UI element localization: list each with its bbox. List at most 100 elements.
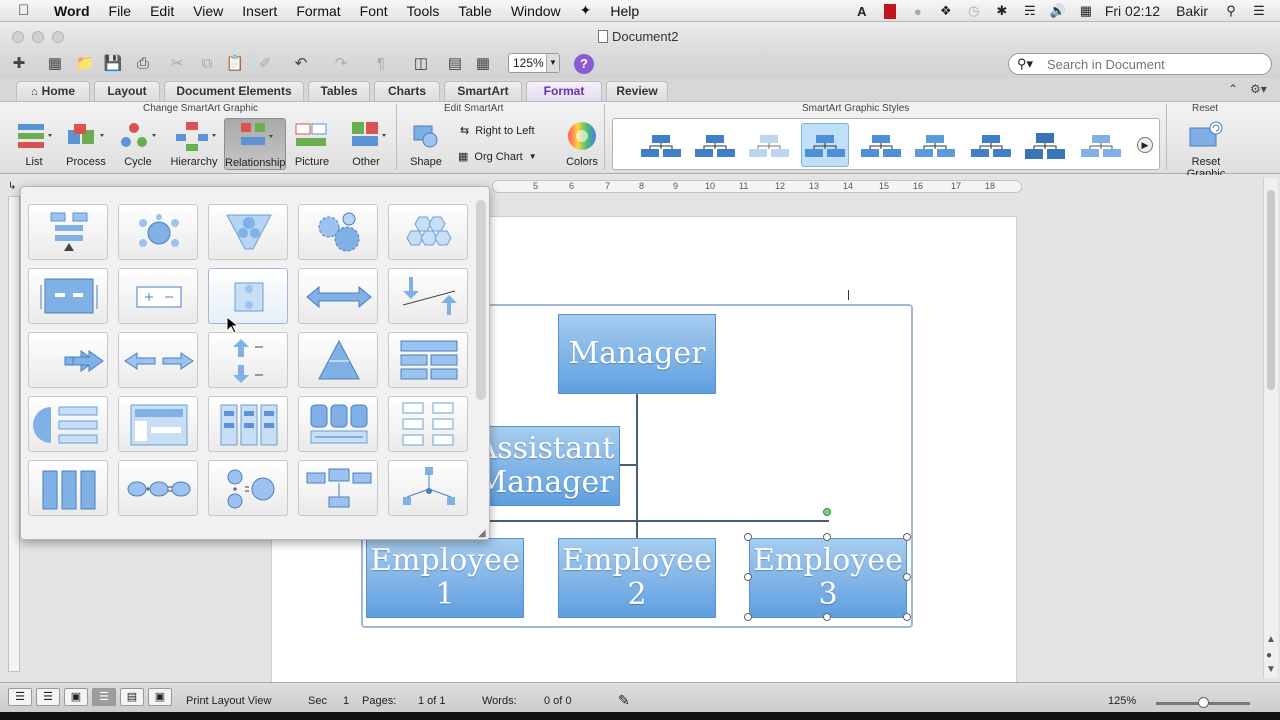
open-folder-icon[interactable]: 📁: [74, 53, 96, 73]
format-painter-icon[interactable]: ✐: [254, 53, 276, 73]
menu-help[interactable]: Help: [610, 3, 639, 19]
org-chart-button[interactable]: ▦ Org Chart ▼: [458, 150, 537, 164]
notebook-view-icon[interactable]: ▤: [120, 688, 144, 706]
apple-icon[interactable]: : [18, 2, 38, 19]
vertical-scrollbar[interactable]: [1263, 178, 1278, 678]
tab-format[interactable]: Format: [526, 81, 602, 101]
layout-arc-list[interactable]: [28, 396, 108, 452]
reset-graphic-button[interactable]: Reset Graphic: [1172, 118, 1240, 180]
style-thumbnail[interactable]: [637, 123, 685, 167]
layout-nested-boxes[interactable]: [388, 396, 468, 452]
layout-converging-arrows[interactable]: [28, 332, 108, 388]
resize-handle[interactable]: [903, 573, 911, 581]
resize-handle[interactable]: [744, 573, 752, 581]
menu-tools[interactable]: Tools: [407, 3, 440, 19]
layout-radial-tree[interactable]: [388, 460, 468, 516]
print-icon[interactable]: ⎙: [132, 53, 154, 73]
layout-radial-cluster[interactable]: [118, 204, 198, 260]
menu-format[interactable]: Format: [296, 3, 340, 19]
tab-review[interactable]: Review: [606, 81, 668, 101]
employee-1-box[interactable]: Employee 1: [366, 538, 524, 618]
draft-view-icon[interactable]: ☰: [8, 688, 32, 706]
rotate-handle[interactable]: [823, 508, 831, 516]
resize-handle[interactable]: [744, 613, 752, 621]
layout-diverging-arrows[interactable]: [388, 268, 468, 324]
style-thumbnail[interactable]: [745, 123, 793, 167]
style-thumbnail[interactable]: [1021, 123, 1069, 167]
search-box[interactable]: ⚲▾: [1008, 53, 1272, 75]
layout-pyramid[interactable]: [298, 332, 378, 388]
notification-icon[interactable]: ●: [909, 3, 927, 19]
tab-smartart[interactable]: SmartArt: [444, 81, 522, 101]
style-thumbnail[interactable]: [857, 123, 905, 167]
wifi-icon[interactable]: ☴: [1021, 3, 1039, 19]
red-app-icon[interactable]: [881, 3, 899, 19]
cycle-button[interactable]: Cycle: [108, 118, 168, 170]
colors-button[interactable]: Colors: [552, 118, 612, 170]
horizontal-ruler[interactable]: 5 6 7 8 9 10 11 12 13 14 15 16 17 18: [492, 180, 1022, 193]
layout-plus-minus[interactable]: [118, 268, 198, 324]
layout-hexagon-cluster[interactable]: [388, 204, 468, 260]
shape-button[interactable]: Shape: [396, 118, 456, 170]
notification-center-icon[interactable]: ☰: [1250, 3, 1268, 19]
next-page-icon[interactable]: ▼: [1266, 664, 1276, 675]
tab-tables[interactable]: Tables: [308, 81, 370, 101]
layout-column-list[interactable]: [208, 396, 288, 452]
style-thumbnail[interactable]: [1077, 123, 1125, 167]
menu-clock[interactable]: Fri 02:12: [1105, 3, 1160, 19]
collapse-ribbon-icon[interactable]: ⌃: [1228, 82, 1238, 96]
menu-window[interactable]: Window: [511, 3, 561, 19]
outline-view-icon[interactable]: ☰: [36, 688, 60, 706]
search-input[interactable]: [1047, 57, 1265, 72]
media-browser-icon[interactable]: ▦: [472, 53, 494, 73]
paste-icon[interactable]: 📋: [224, 53, 246, 73]
tab-document-elements[interactable]: Document Elements: [164, 81, 304, 101]
undo-icon[interactable]: ↶: [290, 53, 312, 73]
tab-layout[interactable]: Layout: [94, 81, 160, 101]
sidebar-icon[interactable]: ▤: [444, 53, 466, 73]
picture-button[interactable]: Picture: [282, 118, 342, 170]
resize-handle[interactable]: [823, 613, 831, 621]
layout-double-arrow[interactable]: [298, 268, 378, 324]
gallery-icon[interactable]: ▦: [44, 53, 66, 73]
publishing-view-icon[interactable]: ▣: [64, 688, 88, 706]
zoom-slider-knob[interactable]: [1198, 697, 1209, 708]
time-machine-icon[interactable]: ◷: [965, 3, 983, 19]
menu-app-name[interactable]: Word: [54, 3, 90, 19]
vertical-ruler[interactable]: [8, 196, 20, 672]
layout-up-down-arrows[interactable]: [208, 332, 288, 388]
minimize-window-button[interactable]: [32, 31, 44, 43]
redo-icon[interactable]: ↷: [330, 53, 352, 73]
gallery-next-icon[interactable]: ▶: [1137, 137, 1153, 153]
resize-grip-icon[interactable]: ◢: [478, 528, 486, 539]
bluetooth-icon[interactable]: ✱: [993, 3, 1011, 19]
menu-user[interactable]: Bakir: [1176, 3, 1208, 19]
creative-cloud-icon[interactable]: ❖: [937, 3, 955, 19]
menu-table[interactable]: Table: [458, 3, 491, 19]
previous-page-icon[interactable]: ▲: [1266, 634, 1276, 645]
process-button[interactable]: Process: [56, 118, 116, 170]
layout-stacked-list[interactable]: [388, 332, 468, 388]
save-icon[interactable]: 💾: [102, 53, 124, 73]
help-icon[interactable]: ?: [574, 54, 594, 74]
layout-equation[interactable]: [118, 460, 198, 516]
resize-handle[interactable]: [823, 533, 831, 541]
layout-vertical-bars[interactable]: [28, 460, 108, 516]
layout-opposing-arrows[interactable]: [118, 332, 198, 388]
new-document-icon[interactable]: ✚: [8, 53, 30, 73]
resize-handle[interactable]: [903, 613, 911, 621]
focus-view-icon[interactable]: ▣: [148, 688, 172, 706]
browse-object-icon[interactable]: ●: [1266, 650, 1272, 661]
calendar-icon[interactable]: ▦: [1077, 3, 1095, 19]
layout-converging-boxes[interactable]: [298, 460, 378, 516]
print-layout-view-icon[interactable]: ☰: [92, 688, 116, 706]
tab-home[interactable]: ⌂ Home: [16, 81, 90, 101]
manager-box[interactable]: Manager: [558, 314, 716, 394]
script-icon[interactable]: ✦: [580, 2, 592, 19]
tab-stop-icon[interactable]: ↳: [8, 181, 16, 192]
assistant-manager-box[interactable]: Assistant Manager: [470, 426, 620, 506]
layout-opposing-arrows-selected[interactable]: [208, 268, 288, 324]
resize-handle[interactable]: [744, 533, 752, 541]
style-thumbnail[interactable]: [967, 123, 1015, 167]
list-button[interactable]: List: [4, 118, 64, 170]
